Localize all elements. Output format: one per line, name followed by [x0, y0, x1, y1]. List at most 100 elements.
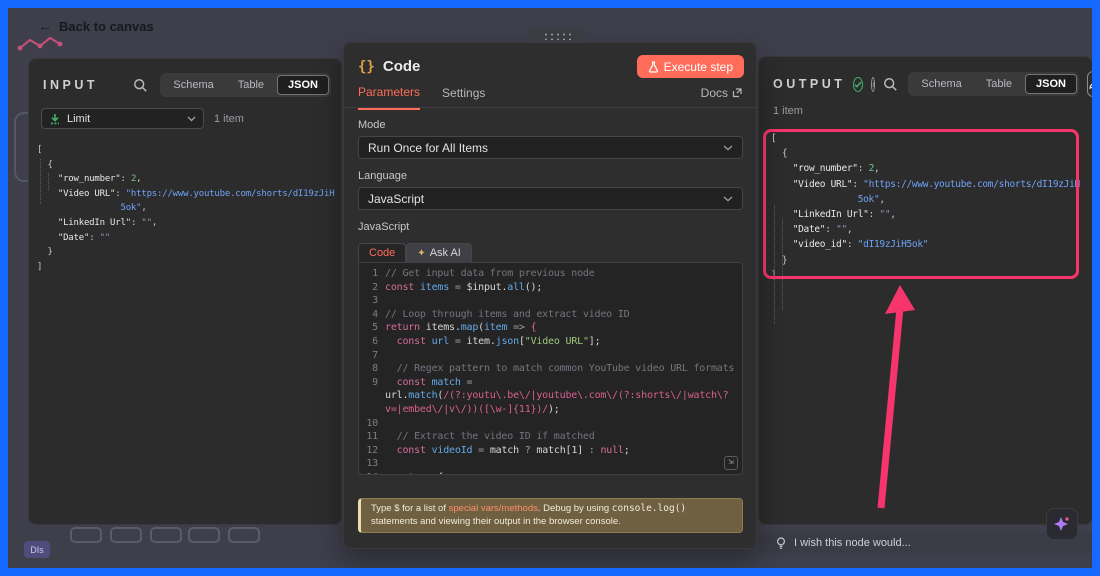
- tab-table[interactable]: Table: [975, 74, 1023, 94]
- json-line: }: [771, 253, 1092, 268]
- output-items-count: 1 item: [759, 97, 1092, 117]
- json-line: ]: [37, 260, 341, 275]
- json-line: }: [37, 245, 341, 260]
- code-node-header: {} Code Execute step: [344, 43, 756, 78]
- tab-settings[interactable]: Settings: [442, 86, 485, 109]
- editor-language-label: JavaScript: [344, 210, 756, 238]
- input-limit-select[interactable]: Limit: [41, 108, 204, 129]
- pencil-icon: [1088, 78, 1093, 90]
- docs-link[interactable]: Docs: [701, 86, 742, 109]
- drag-dots-icon: [543, 32, 571, 40]
- code-line: 14 return {: [359, 471, 742, 475]
- code-node-tabs: Parameters Settings Docs: [344, 78, 756, 108]
- external-link-icon: [732, 88, 742, 98]
- tab-schema[interactable]: Schema: [910, 74, 972, 94]
- tab-schema[interactable]: Schema: [162, 75, 224, 95]
- input-items-count: 1 item: [214, 113, 244, 125]
- hint-text: Type $ for a list of: [371, 503, 449, 514]
- canvas-toolbar-button[interactable]: [110, 527, 142, 543]
- input-limit-label: Limit: [67, 113, 181, 125]
- code-line: 2const items = $input.all();: [359, 281, 742, 295]
- limit-icon: [49, 113, 61, 125]
- canvas-node-badge: DIs: [24, 541, 50, 558]
- back-to-canvas[interactable]: ← Back to canvas: [38, 18, 154, 34]
- tab-code-editor[interactable]: Code: [358, 243, 406, 262]
- code-line: 8 // Regex pattern to match common YouTu…: [359, 362, 742, 376]
- wish-input[interactable]: I wish this node would...: [758, 533, 1092, 553]
- json-line: "video_id": "dI19zJiH5ok": [771, 237, 1092, 252]
- code-editor-lines: 1// Get input data from previous node2co…: [359, 267, 742, 475]
- hint-text: console.log(): [612, 503, 686, 514]
- mode-label: Mode: [344, 108, 756, 136]
- search-icon: [133, 78, 148, 93]
- json-line: "row_number": 2,: [37, 172, 341, 187]
- canvas-toolbar-button[interactable]: [188, 527, 220, 543]
- json-line: ]: [771, 268, 1092, 283]
- ai-sparkle-icon: [1053, 515, 1071, 533]
- code-node-panel: {} Code Execute step Parameters Settings…: [343, 42, 757, 549]
- json-indent-guide: [48, 173, 49, 190]
- tab-json[interactable]: JSON: [1025, 74, 1077, 94]
- json-line: "Date": "": [37, 231, 341, 246]
- json-line: "Video URL": "https://www.youtube.com/sh…: [37, 187, 341, 202]
- flask-icon: [648, 61, 659, 73]
- chevron-down-icon: [723, 145, 733, 151]
- code-line: v=|embed\/|v\/))([\w-]{11})/);: [359, 403, 742, 417]
- ai-assistant-button[interactable]: [1046, 508, 1078, 540]
- editor-hint: Type $ for a list of special vars/method…: [358, 498, 743, 533]
- special-vars-link[interactable]: special vars/methods: [449, 503, 538, 514]
- input-search-button[interactable]: [133, 78, 148, 93]
- input-panel: INPUT SchemaTableJSON Limit 1 item [ { "…: [28, 58, 342, 525]
- canvas-toolbar-button[interactable]: [70, 527, 102, 543]
- json-line: {: [37, 158, 341, 173]
- json-indent-guide: [774, 205, 775, 324]
- execute-step-button[interactable]: Execute step: [637, 55, 744, 78]
- canvas-toolbar-button[interactable]: [228, 527, 260, 543]
- run-success-icon: [853, 77, 863, 92]
- wish-placeholder: I wish this node would...: [794, 537, 911, 549]
- json-indent-guide: [782, 219, 783, 310]
- input-header: INPUT SchemaTableJSON: [29, 59, 341, 97]
- code-line: 6 const url = item.json["Video URL"];: [359, 335, 742, 349]
- search-icon: [883, 77, 898, 92]
- docs-label: Docs: [701, 86, 728, 100]
- output-search-button[interactable]: [883, 77, 898, 92]
- language-label: Language: [344, 159, 756, 187]
- json-line: {: [771, 146, 1092, 161]
- back-arrow-icon: ←: [38, 18, 52, 34]
- input-title: INPUT: [43, 78, 98, 92]
- code-line: 10: [359, 417, 742, 431]
- json-line: 5ok",: [771, 192, 1092, 207]
- info-icon[interactable]: i: [871, 77, 875, 92]
- code-editor[interactable]: 1// Get input data from previous node2co…: [358, 262, 743, 475]
- chevron-down-icon: [187, 116, 196, 122]
- code-node-icon: {}: [358, 59, 375, 75]
- ask-ai-label: Ask AI: [430, 247, 461, 259]
- expand-editor-icon[interactable]: ⇲: [724, 456, 738, 470]
- tab-ask-ai[interactable]: ✦ Ask AI: [406, 243, 472, 262]
- panel-drag-handle[interactable]: [528, 29, 586, 43]
- code-line: 5return items.map(item => {: [359, 321, 742, 335]
- language-select[interactable]: JavaScript: [358, 187, 743, 210]
- code-node-title: Code: [383, 58, 421, 75]
- tab-parameters[interactable]: Parameters: [358, 85, 420, 110]
- code-line: 4// Loop through items and extract video…: [359, 308, 742, 322]
- mode-select[interactable]: Run Once for All Items: [358, 136, 743, 159]
- output-json-view: [ { "row_number": 2, "Video URL": "https…: [771, 131, 1092, 283]
- canvas-toolbar-button[interactable]: [150, 527, 182, 543]
- json-line: "Date": "",: [771, 222, 1092, 237]
- input-view-tabs: SchemaTableJSON: [160, 73, 331, 97]
- tab-json[interactable]: JSON: [277, 75, 329, 95]
- code-line: 7: [359, 349, 742, 363]
- json-line: "row_number": 2,: [771, 161, 1092, 176]
- edit-output-button[interactable]: [1087, 71, 1093, 97]
- sparkle-icon: ✦: [417, 248, 425, 259]
- output-panel: OUTPUT i SchemaTableJSON 1 item [ { "row…: [758, 56, 1093, 525]
- chevron-down-icon: [723, 196, 733, 202]
- json-line: "LinkedIn Url": "",: [37, 216, 341, 231]
- app-window: ← Back to canvas DIs INPUT SchemaTableJS…: [0, 0, 1100, 576]
- back-to-canvas-label: Back to canvas: [59, 19, 154, 34]
- json-line: [: [771, 131, 1092, 146]
- code-line: 1// Get input data from previous node: [359, 267, 742, 281]
- tab-table[interactable]: Table: [227, 75, 275, 95]
